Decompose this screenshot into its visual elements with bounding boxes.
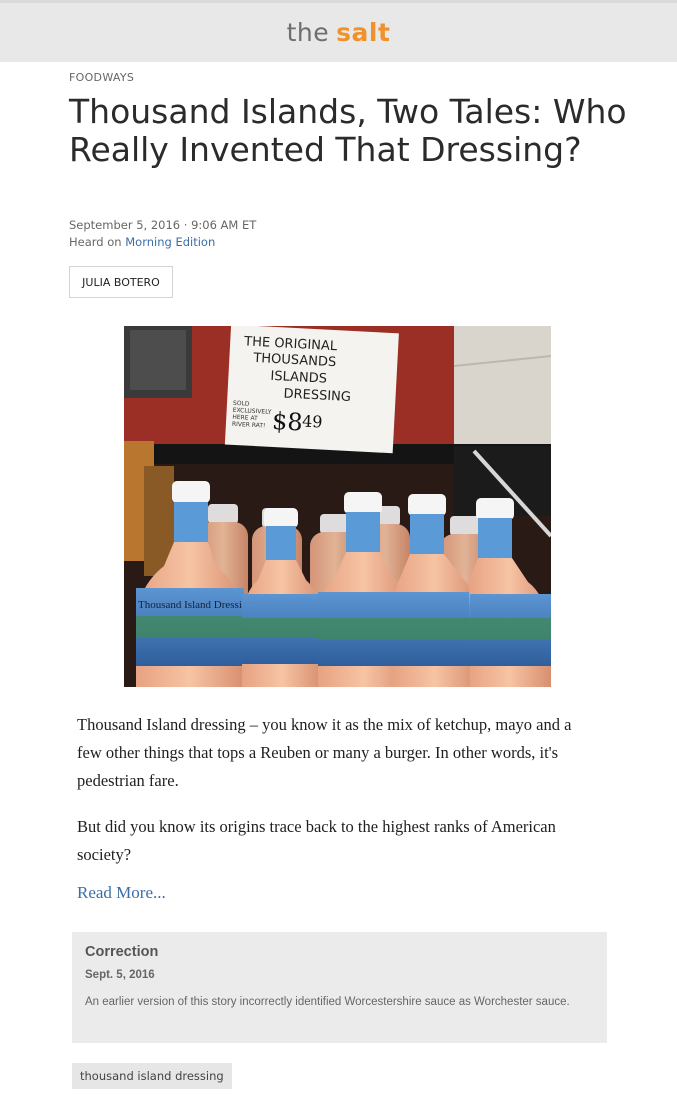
logo-word-salt: salt [336,18,391,47]
site-header: the salt [0,0,677,62]
sign-line-3: ISLANDS [270,369,327,387]
section-slug-link[interactable]: FOODWAYS [69,71,134,84]
sign-price: $8 [271,407,303,437]
sign-cents: 49 [302,411,323,431]
article-paragraph: But did you know its origins trace back … [77,817,556,864]
article-dateline: September 5, 2016 · 9:06 AM ET [69,218,257,232]
article-title: Thousand Islands, Two Tales: Who Really … [69,92,627,169]
site-logo[interactable]: the salt [287,18,391,47]
article-photo[interactable]: THE ORIGINAL THOUSANDS ISLANDS DRESSING … [124,326,551,687]
correction-box: Correction Sept. 5, 2016 An earlier vers… [72,932,607,1043]
program-link[interactable]: Morning Edition [125,235,215,249]
bottle-label-1: Thousand Island Dressing [138,599,253,611]
correction-text: An earlier version of this story incorre… [85,996,570,1008]
correction-title: Correction [85,944,159,960]
correction-date: Sept. 5, 2016 [85,969,155,981]
tag-link[interactable]: thousand island dressing [72,1063,232,1089]
author-byline-button[interactable]: JULIA BOTERO [69,266,173,298]
read-more-link[interactable]: Read More... [77,883,166,903]
logo-word-the: the [286,18,330,47]
dressing-bottles-photo: THE ORIGINAL THOUSANDS ISLANDS DRESSING … [124,326,551,687]
article-paragraph: Thousand Island dressing – you know it a… [77,715,572,790]
heard-on-line: Heard on Morning Edition [69,235,215,249]
heard-on-prefix: Heard on [69,235,122,249]
